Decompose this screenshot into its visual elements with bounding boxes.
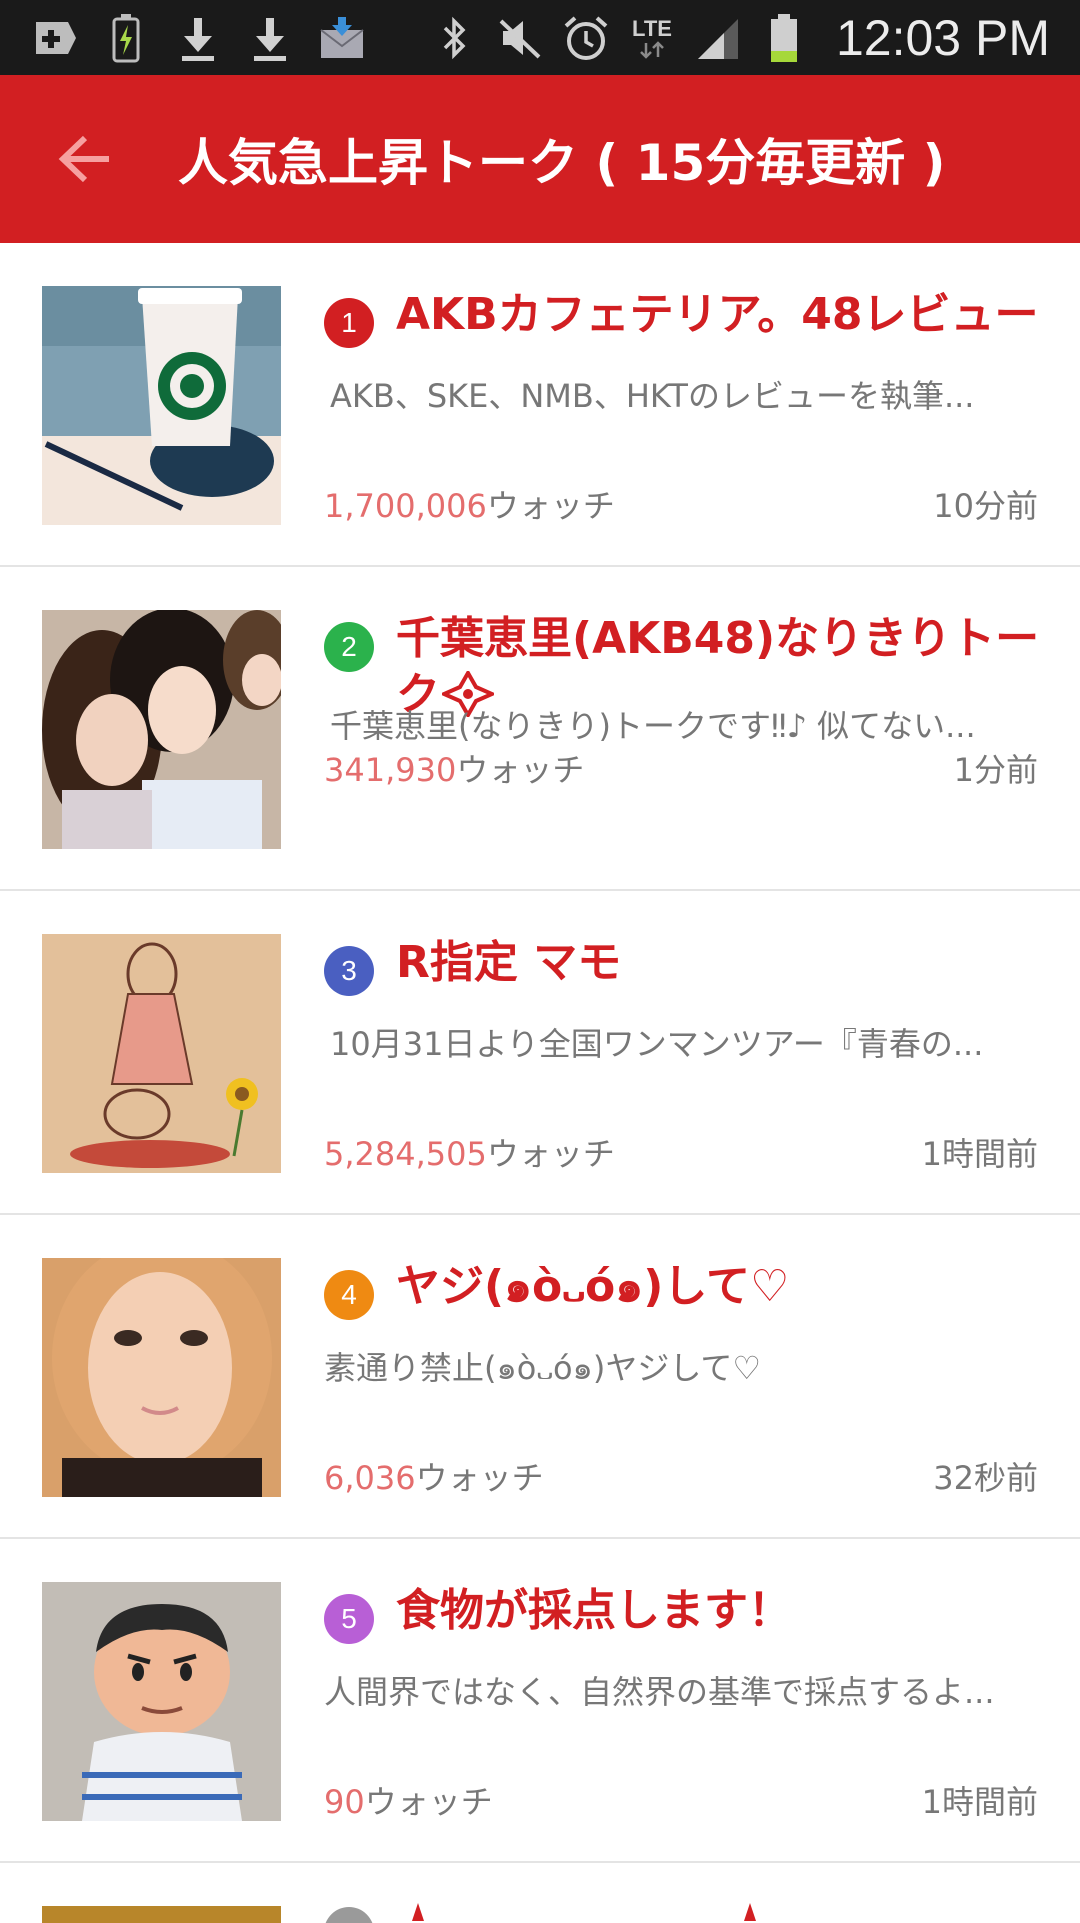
- updated-time: 10分前: [933, 487, 1038, 525]
- watch-count-number: 5,284,505: [324, 1135, 487, 1173]
- talk-thumbnail: [42, 286, 281, 525]
- arrow-left-icon: [58, 135, 109, 183]
- lte-label: LTE: [632, 15, 672, 41]
- talk-description: AKB、SKE、NMB、HKTのレビューを執筆...: [330, 377, 975, 415]
- battery-charging-icon: [100, 12, 152, 64]
- talk-thumbnail: [42, 1582, 281, 1821]
- watch-count-number: 6,036: [324, 1459, 416, 1497]
- talk-description: 人間界ではなく、自然界の基準で採点するよ...: [324, 1673, 995, 1711]
- bluetooth-icon: [428, 12, 480, 64]
- app-bar: 人気急上昇トーク ( 15分毎更新 ): [0, 75, 1080, 243]
- watch-label: ウォッチ: [415, 1459, 544, 1497]
- talk-title[interactable]: R指定 マモ: [396, 935, 1046, 991]
- watch-count: 1,700,006ウォッチ: [324, 481, 615, 527]
- rank-badge: 2: [324, 622, 374, 672]
- watch-count-number: 341,930: [324, 751, 457, 789]
- talk-title[interactable]: ヤジ(๑ò᎑ó๑)して♡: [396, 1259, 1046, 1315]
- watch-count-number: 90: [324, 1783, 365, 1821]
- mail-download-icon: [316, 12, 368, 64]
- page-title: 人気急上昇トーク ( 15分毎更新 ): [178, 134, 946, 192]
- updated-time: 32秒前: [933, 1459, 1038, 1497]
- alarm-icon: [560, 12, 612, 64]
- talk-list-item[interactable]: 4 ヤジ(๑ò᎑ó๑)して♡ 素通り禁止(๑ò᎑ó๑)ヤジして♡ 6,036ウォ…: [0, 1215, 1080, 1539]
- talk-title[interactable]: AKBカフェテリア。48レビュー: [396, 287, 1046, 343]
- watch-count: 5,284,505ウォッチ: [324, 1129, 615, 1175]
- talk-description: 素通り禁止(๑ò᎑ó๑)ヤジして♡: [324, 1349, 762, 1387]
- watch-label: ウォッチ: [486, 487, 615, 525]
- talk-thumbnail: [42, 1906, 281, 1923]
- talk-description: 千葉恵里(なりきり)トークです‼︎♪ 似てない...: [330, 707, 976, 745]
- talk-list-item[interactable]: 5 食物が採点します！ 人間界ではなく、自然界の基準で採点するよ... 90ウォ…: [0, 1539, 1080, 1863]
- back-button[interactable]: [40, 114, 130, 204]
- talk-thumbnail: [42, 934, 281, 1173]
- system-icons: LTE 12:03 PM: [428, 0, 1080, 75]
- mute-icon: [494, 12, 546, 64]
- status-bar: LTE 12:03 PM: [0, 0, 1080, 75]
- rank-badge: 5: [324, 1594, 374, 1644]
- download-icon: [172, 12, 224, 64]
- talk-list-item[interactable]: 1 AKBカフェテリア。48レビュー AKB、SKE、NMB、HKTのレビューを…: [0, 243, 1080, 567]
- talk-title[interactable]: 食物が採点します！: [396, 1583, 1046, 1639]
- status-time: 12:03 PM: [835, 9, 1050, 66]
- talk-thumbnail: [42, 1258, 281, 1497]
- battery-icon: [758, 12, 810, 64]
- talk-thumbnail: [42, 610, 281, 849]
- notification-icons: [0, 0, 368, 75]
- updated-time: 1分前: [953, 751, 1038, 789]
- rank-badge: [324, 1907, 374, 1923]
- talk-list-item[interactable]: [0, 1863, 1080, 1923]
- watch-label: ウォッチ: [486, 1135, 615, 1173]
- talk-list: 1 AKBカフェテリア。48レビュー AKB、SKE、NMB、HKTのレビューを…: [0, 243, 1080, 1923]
- watch-count: 341,930ウォッチ: [324, 745, 584, 791]
- watch-count: 90ウォッチ: [324, 1777, 493, 1823]
- talk-list-item[interactable]: 3 R指定 マモ 10月31日より全国ワンマンツアー『青春の... 5,284,…: [0, 891, 1080, 1215]
- talk-list-item[interactable]: 2 千葉恵里(AKB48)なりきりトーク 千葉恵里(なりきり)トークです‼︎♪ …: [0, 567, 1080, 891]
- rank-badge: 1: [324, 298, 374, 348]
- add-icon: [28, 12, 80, 64]
- updated-time: 1時間前: [921, 1135, 1038, 1173]
- talk-description: 10月31日より全国ワンマンツアー『青春の...: [330, 1025, 984, 1063]
- watch-label: ウォッチ: [456, 751, 585, 789]
- updated-time: 1時間前: [921, 1783, 1038, 1821]
- rank-badge: 3: [324, 946, 374, 996]
- rank-badge: 4: [324, 1270, 374, 1320]
- lte-icon: LTE: [626, 12, 678, 64]
- watch-count-number: 1,700,006: [324, 487, 487, 525]
- watch-label: ウォッチ: [364, 1783, 493, 1821]
- signal-icon: [692, 12, 744, 64]
- watch-count: 6,036ウォッチ: [324, 1453, 544, 1499]
- download-icon: [244, 12, 296, 64]
